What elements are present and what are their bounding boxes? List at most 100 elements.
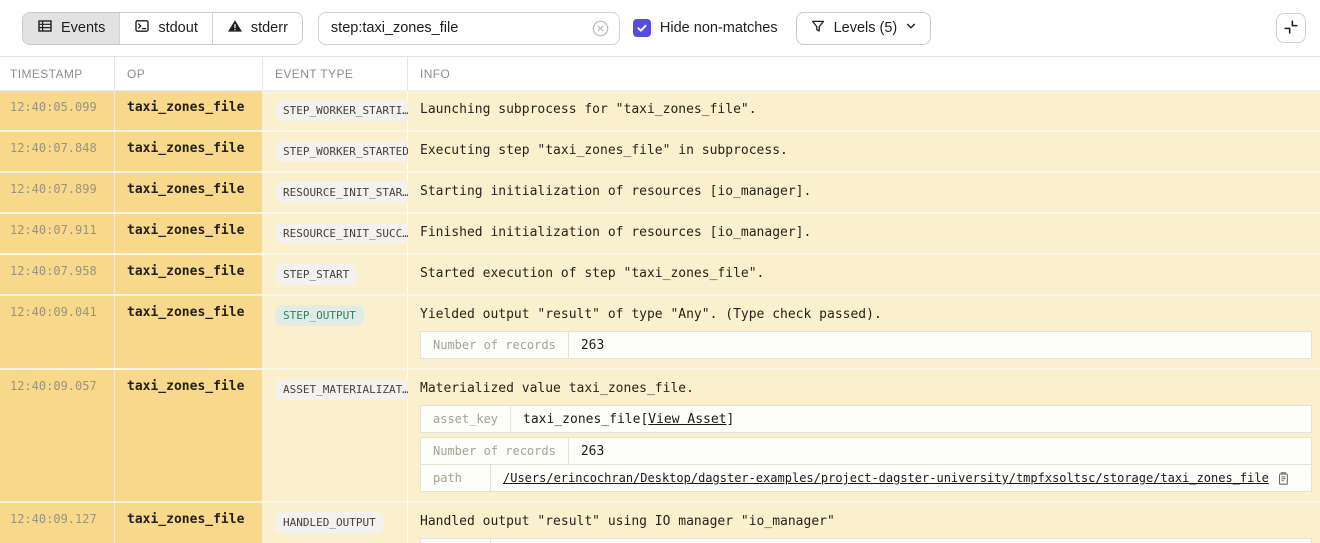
- metadata-value-text: taxi_zones_file: [523, 412, 640, 427]
- op-cell: taxi_zones_file: [115, 503, 263, 543]
- hide-non-matches-label: Hide non-matches: [660, 20, 778, 36]
- toolbar: Events stdout stderr: [0, 0, 1320, 56]
- info-cell: Materialized value taxi_zones_file.asset…: [408, 370, 1320, 501]
- info-cell: Executing step "taxi_zones_file" in subp…: [408, 132, 1320, 171]
- column-header-event-type: EVENT TYPE: [263, 57, 408, 90]
- tab-stderr[interactable]: stderr: [213, 13, 302, 44]
- timestamp-cell: 12:40:07.958: [0, 255, 115, 294]
- hide-non-matches-toggle[interactable]: Hide non-matches: [633, 19, 778, 37]
- info-text: Executing step "taxi_zones_file" in subp…: [420, 141, 1312, 158]
- op-cell: taxi_zones_file: [115, 173, 263, 212]
- collapse-panel-button[interactable]: [1276, 13, 1306, 43]
- column-header-timestamp: TIMESTAMP: [0, 57, 115, 90]
- levels-filter-label: Levels (5): [834, 20, 898, 36]
- log-filter-input[interactable]: [331, 20, 591, 36]
- clear-filter-icon[interactable]: [591, 19, 610, 38]
- table-row: 12:40:07.958taxi_zones_file STEP_START Sta…: [0, 255, 1320, 296]
- event-type-badge: ASSET_MATERIALIZAT…: [275, 379, 417, 400]
- collapse-icon: [1282, 18, 1300, 39]
- event-log-table: TIMESTAMP OP EVENT TYPE INFO 12:40:05.09…: [0, 56, 1320, 543]
- info-cell: Starting initialization of resources [io…: [408, 173, 1320, 212]
- event-type-badge: STEP_START: [275, 264, 357, 285]
- metadata-value-text: 263: [581, 338, 604, 353]
- event-type-badge: RESOURCE_INIT_STAR…: [275, 182, 417, 203]
- event-type-badge: STEP_WORKER_STARTI…: [275, 100, 417, 121]
- check-icon: [636, 22, 648, 34]
- event-log-panel: Events stdout stderr: [0, 0, 1320, 543]
- info-cell: Launching subprocess for "taxi_zones_fil…: [408, 91, 1320, 130]
- tab-events-label: Events: [61, 20, 105, 36]
- table-row: 12:40:09.127taxi_zones_file HANDLED_OUTPU…: [0, 503, 1320, 543]
- info-text: Starting initialization of resources [io…: [420, 182, 1312, 199]
- op-cell: taxi_zones_file: [115, 132, 263, 171]
- column-header-op: OP: [115, 57, 263, 90]
- info-text: Launching subprocess for "taxi_zones_fil…: [420, 100, 1312, 117]
- event-type-cell: STEP_OUTPUT: [263, 296, 408, 368]
- timestamp-cell: 12:40:05.099: [0, 91, 115, 130]
- metadata-value: taxi_zones_file [View Asset]: [511, 406, 1311, 432]
- info-cell: Started execution of step "taxi_zones_fi…: [408, 255, 1320, 294]
- copy-icon[interactable]: [1276, 471, 1290, 486]
- chevron-down-icon: [905, 20, 917, 36]
- op-cell: taxi_zones_file: [115, 296, 263, 368]
- metadata-key: path: [421, 465, 491, 491]
- bracket: [: [640, 412, 648, 427]
- metadata-key: Number of records: [421, 332, 569, 358]
- event-type-cell: STEP_WORKER_STARTI…: [263, 91, 408, 130]
- column-header-info: INFO: [408, 57, 1320, 90]
- metadata-value: /Users/erincochran/Desktop/dagster-examp…: [491, 465, 1311, 491]
- metadata-key: path: [421, 539, 491, 543]
- metadata-key: Number of records: [421, 438, 569, 464]
- path-link[interactable]: /Users/erincochran/Desktop/dagster-examp…: [503, 471, 1269, 485]
- tab-stderr-label: stderr: [251, 20, 288, 36]
- info-cell: Finished initialization of resources [io…: [408, 214, 1320, 253]
- table-icon: [37, 18, 53, 38]
- log-view-tabs: Events stdout stderr: [22, 12, 303, 45]
- metadata-value-text: 263: [581, 444, 604, 459]
- table-header-row: TIMESTAMP OP EVENT TYPE INFO: [0, 57, 1320, 91]
- metadata-value: /Users/erincochran/Desktop/dagster-examp…: [491, 539, 1311, 543]
- timestamp-cell: 12:40:09.057: [0, 370, 115, 501]
- tab-events[interactable]: Events: [23, 13, 120, 44]
- info-cell: Handled output "result" using IO manager…: [408, 503, 1320, 543]
- metadata-table: path/Users/erincochran/Desktop/dagster-e…: [420, 538, 1312, 543]
- bracket: ]: [727, 412, 735, 427]
- event-type-cell: ASSET_MATERIALIZAT…: [263, 370, 408, 501]
- info-cell: Yielded output "result" of type "Any". (…: [408, 296, 1320, 368]
- metadata-value: 263: [569, 438, 1311, 464]
- table-row: 12:40:07.848taxi_zones_fileSTEP_WORKER_S…: [0, 132, 1320, 173]
- tab-stdout[interactable]: stdout: [120, 13, 213, 44]
- table-row: 12:40:07.899taxi_zones_fileRESOURCE_INIT…: [0, 173, 1320, 214]
- event-type-badge: STEP_WORKER_STARTED: [275, 141, 417, 162]
- timestamp-cell: 12:40:09.127: [0, 503, 115, 543]
- info-text: Started execution of step "taxi_zones_fi…: [420, 264, 1312, 281]
- info-text: Finished initialization of resources [io…: [420, 223, 1312, 240]
- op-cell: taxi_zones_file: [115, 370, 263, 501]
- event-type-badge: HANDLED_OUTPUT: [275, 512, 384, 533]
- event-type-badge: RESOURCE_INIT_SUCC…: [275, 223, 417, 244]
- levels-filter-button[interactable]: Levels (5): [796, 12, 932, 45]
- event-type-cell: STEP_START: [263, 255, 408, 294]
- log-filter-field: [318, 12, 620, 45]
- metadata-table: Number of records 263: [420, 437, 1312, 465]
- info-text: Yielded output "result" of type "Any". (…: [420, 305, 1312, 322]
- view-asset-link[interactable]: View Asset: [648, 412, 726, 427]
- tab-stdout-label: stdout: [158, 20, 198, 36]
- metadata-value: 263: [569, 332, 1311, 358]
- metadata-table: asset_keytaxi_zones_file [View Asset]: [420, 405, 1312, 433]
- info-text: Materialized value taxi_zones_file.: [420, 379, 1312, 396]
- metadata-table: Number of records 263: [420, 331, 1312, 359]
- op-cell: taxi_zones_file: [115, 91, 263, 130]
- table-row: 12:40:07.911taxi_zones_fileRESOURCE_INIT…: [0, 214, 1320, 255]
- terminal-icon: [134, 18, 150, 38]
- warning-icon: [227, 18, 243, 38]
- event-type-cell: RESOURCE_INIT_SUCC…: [263, 214, 408, 253]
- table-body: 12:40:05.099taxi_zones_fileSTEP_WORKER_S…: [0, 91, 1320, 543]
- table-row: 12:40:09.057taxi_zones_fileASSET_MATERIA…: [0, 370, 1320, 503]
- event-type-cell: RESOURCE_INIT_STAR…: [263, 173, 408, 212]
- hide-non-matches-checkbox[interactable]: [633, 19, 651, 37]
- op-cell: taxi_zones_file: [115, 255, 263, 294]
- table-row: 12:40:05.099taxi_zones_fileSTEP_WORKER_S…: [0, 91, 1320, 132]
- event-type-cell: HANDLED_OUTPUT: [263, 503, 408, 543]
- info-text: Handled output "result" using IO manager…: [420, 512, 1312, 529]
